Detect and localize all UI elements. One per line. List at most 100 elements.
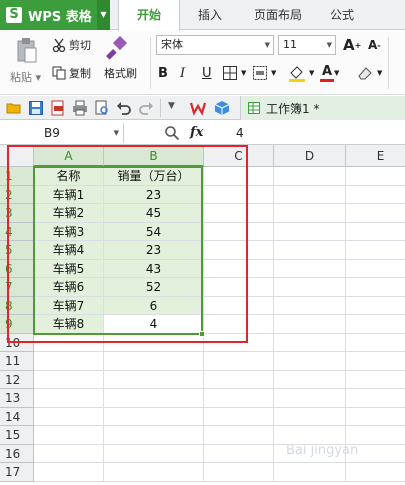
select-all-corner[interactable] [0,145,34,167]
undo-icon[interactable] [116,100,132,116]
italic-button[interactable]: I [180,63,185,83]
wps-brand-icon[interactable] [190,100,206,116]
cell-a8[interactable]: 车辆7 [34,296,104,315]
cell-a12[interactable] [34,370,104,389]
shrink-font-button[interactable]: A- [368,35,381,55]
row-header-17[interactable]: 17 [0,463,34,482]
copy-button[interactable]: 复制 [52,63,91,83]
grow-font-button[interactable]: A + [343,35,361,55]
cell-d10[interactable] [274,333,346,352]
cell-b3[interactable]: 45 [104,204,204,223]
cell-e9[interactable] [346,315,405,334]
cell-e15[interactable] [346,426,405,445]
cell-b7[interactable]: 52 [104,278,204,297]
row-header-14[interactable]: 14 [0,407,34,426]
app-menu-dropdown-icon[interactable]: ▼ [97,0,110,30]
row-header-15[interactable]: 15 [0,426,34,445]
cell-b11[interactable] [104,352,204,371]
tab-formulas[interactable]: 公式 [322,0,362,30]
cell-c6[interactable] [204,259,274,278]
cell-b6[interactable]: 43 [104,259,204,278]
row-header-13[interactable]: 13 [0,389,34,408]
cell-c1[interactable] [204,167,274,186]
cell-d2[interactable] [274,185,346,204]
cell-d4[interactable] [274,222,346,241]
cell-e5[interactable] [346,241,405,260]
cell-c15[interactable] [204,426,274,445]
cell-a16[interactable] [34,444,104,463]
cell-c7[interactable] [204,278,274,297]
save-icon[interactable] [28,100,44,116]
format-painter-icon-button[interactable] [104,35,144,63]
cell-d11[interactable] [274,352,346,371]
tab-page-layout[interactable]: 页面布局 [246,0,310,30]
cell-e4[interactable] [346,223,405,241]
fill-handle[interactable] [199,330,205,337]
cell-e11[interactable] [346,352,405,371]
row-header-3[interactable]: 3 [0,204,34,223]
cell-e7[interactable] [346,278,405,297]
cell-c9[interactable] [204,315,274,334]
formula-input[interactable]: 4 [236,123,244,143]
name-box[interactable]: B9 ▼ [0,123,124,143]
column-header-b[interactable]: B [104,145,204,167]
app-menu-button[interactable]: S WPS 表格 [0,0,110,30]
insert-function-button[interactable]: fx [190,123,203,143]
cell-c14[interactable] [204,407,274,426]
row-header-10[interactable]: 10 [0,333,34,352]
print-preview-icon[interactable] [94,100,110,116]
column-header-c[interactable]: C [204,145,274,167]
font-color-button[interactable]: A ▼ [320,63,339,83]
cell-b13[interactable] [104,389,204,408]
bold-button[interactable]: B [158,63,168,83]
redo-icon[interactable] [138,100,154,116]
cell-b12[interactable] [104,370,204,389]
cell-a4[interactable]: 车辆3 [34,222,104,241]
column-header-e[interactable]: E [346,145,405,167]
cell-d8[interactable] [274,296,346,315]
cell-b4[interactable]: 54 [104,222,204,241]
cell-e10[interactable] [346,334,405,352]
cell-d9[interactable] [274,315,346,334]
cell-d5[interactable] [274,241,346,260]
row-header-5[interactable]: 5 [0,241,34,260]
cell-d17[interactable] [274,463,346,482]
underline-button[interactable]: U [202,63,212,83]
cell-a13[interactable] [34,389,104,408]
cell-a15[interactable] [34,426,104,445]
row-header-9[interactable]: 9 [0,315,34,334]
cell-e17[interactable] [346,463,405,482]
row-header-6[interactable]: 6 [0,259,34,278]
cell-a3[interactable]: 车辆2 [34,204,104,223]
borders-button[interactable]: ▼ [222,63,246,83]
cell-e13[interactable] [346,389,405,408]
format-painter-button[interactable]: 格式刷 [104,63,137,83]
cell-b5[interactable]: 23 [104,241,204,260]
cell-d12[interactable] [274,370,346,389]
cell-c17[interactable] [204,463,274,482]
cell-a5[interactable]: 车辆4 [34,241,104,260]
cell-a9[interactable]: 车辆8 [34,315,104,334]
cell-e14[interactable] [346,408,405,426]
cell-c4[interactable] [204,222,274,241]
cell-c10[interactable] [204,333,274,352]
cell-e12[interactable] [346,371,405,389]
cell-a11[interactable] [34,352,104,371]
cell-b16[interactable] [104,444,204,463]
customize-toolbar-icon[interactable]: ▼ [168,101,175,111]
cell-c8[interactable] [204,296,274,315]
cell-e8[interactable] [346,297,405,315]
export-pdf-icon[interactable] [50,100,66,116]
cell-d15[interactable] [274,426,346,445]
row-header-8[interactable]: 8 [0,296,34,315]
cell-b15[interactable] [104,426,204,445]
open-folder-icon[interactable] [6,100,22,116]
cell-b1[interactable]: 销量（万台） [104,167,204,186]
search-formula-icon[interactable] [164,125,180,141]
column-header-d[interactable]: D [274,145,346,167]
font-size-select[interactable]: 11 ▼ [278,35,336,55]
merge-cells-button[interactable]: ▼ [252,63,276,83]
cell-a17[interactable] [34,463,104,482]
cell-c5[interactable] [204,241,274,260]
cell-b17[interactable] [104,463,204,482]
